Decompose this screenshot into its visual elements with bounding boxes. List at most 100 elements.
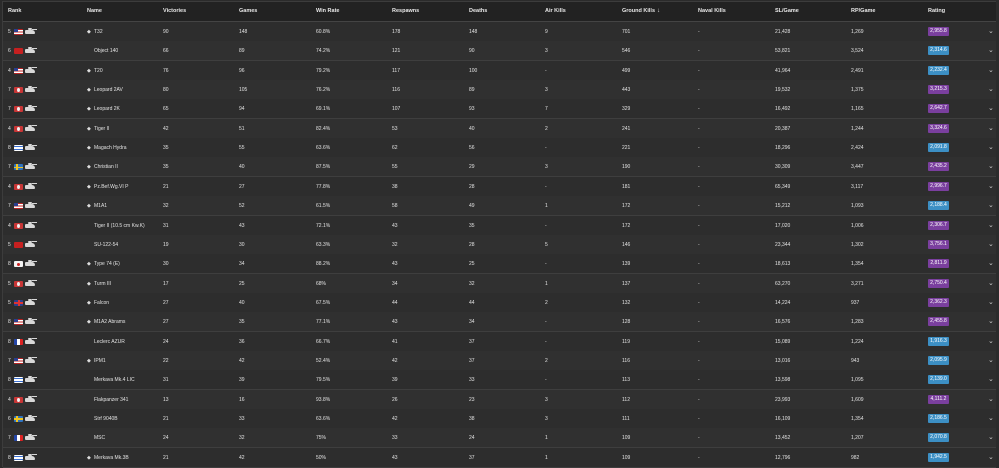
chevron-down-icon[interactable]: ⌄: [988, 240, 994, 248]
table-row[interactable]: 4 ◆ T20 76 96 79.2% 117 100 - 499 - 41,964 2,491 2,23…: [3, 60, 996, 81]
table-row[interactable]: 4 ◆ Pz.Bef.Wg.VI P 21 27 77.8% 38 28 - 181 - 65,349…: [3, 176, 996, 197]
table-row[interactable]: 8 Merkava Mk.4 LIC 31 39 79.5% 39 33 - 113 - 13,59…: [3, 370, 996, 391]
chevron-down-icon[interactable]: ⌄: [988, 453, 994, 461]
vehicle-name[interactable]: M1A2 Abrams: [94, 319, 125, 325]
vehicle-name[interactable]: Tiger II: [94, 126, 109, 132]
vehicle-name[interactable]: Leopard 2AV: [94, 87, 123, 93]
header-respawns[interactable]: Respawns: [392, 8, 419, 14]
victories-cell: 66: [163, 48, 169, 55]
vehicle-name[interactable]: Magach Hydra: [94, 145, 127, 151]
table-row[interactable]: 4 ◆ Tiger II 42 51 82.4% 53 40 2 241 - 20,387 1,244 3…: [3, 118, 996, 139]
chevron-down-icon[interactable]: ⌄: [988, 395, 994, 403]
chevron-down-icon[interactable]: ⌄: [988, 201, 994, 209]
table-row[interactable]: 7 ◆ IPM1 22 42 52.4% 42 37 2 116 - 13,016 943 2,095.9…: [3, 350, 996, 371]
vehicle-name[interactable]: Merkava Mk.4 LIC: [94, 377, 135, 383]
chevron-down-icon[interactable]: ⌄: [988, 414, 994, 422]
header-ground-kills[interactable]: Ground Kills ↓: [622, 8, 660, 14]
air-kills-cell: 2: [545, 299, 548, 306]
table-row[interactable]: 6 Strf 9040B 21 33 63.6% 42 38 3 111 - 16,109 1,354…: [3, 409, 996, 429]
header-rank[interactable]: Rank: [8, 8, 21, 14]
chevron-down-icon[interactable]: ⌄: [988, 317, 994, 325]
table-row[interactable]: 7 MSC 24 32 75% 33 24 1 109 - 13,452 1,207 2,070.8 ⌄: [3, 428, 996, 449]
header-air-kills[interactable]: Air Kills: [545, 8, 566, 14]
chevron-down-icon[interactable]: ⌄: [988, 66, 994, 74]
chevron-down-icon[interactable]: ⌄: [988, 104, 994, 112]
table-row[interactable]: 8 Leclerc AZUR 24 36 66.7% 41 37 - 119 - 15,089 1,2…: [3, 331, 996, 352]
chevron-down-icon[interactable]: ⌄: [988, 143, 994, 151]
ground-kills-cell: 701: [622, 29, 631, 35]
header-rp-game[interactable]: RP/Game: [851, 8, 875, 14]
vehicle-name[interactable]: M1A1: [94, 203, 107, 209]
ground-kills-cell: 111: [622, 416, 630, 422]
naval-kills-cell: -: [698, 280, 700, 287]
chevron-down-icon[interactable]: ⌄: [988, 356, 994, 364]
table-row[interactable]: 7 ◆ M1A1 32 52 61.5% 58 49 1 172 - 15,212 1,093 2,188…: [3, 196, 996, 217]
vehicle-name[interactable]: IPM1: [94, 358, 106, 364]
naval-kills-cell: -: [698, 164, 700, 171]
table-row[interactable]: 8 ◆ Magach Hydra 35 55 63.6% 62 56 - 221 - 18,296 2,…: [3, 138, 996, 159]
table-row[interactable]: 7 ◆ Leopard 2AV 80 105 76.2% 116 89 3 443 - 19,532 1…: [3, 80, 996, 101]
chevron-down-icon[interactable]: ⌄: [988, 279, 994, 287]
table-row[interactable]: 5 ◆ Falcon 27 40 67.5% 44 44 2 132 - 14,224 937 2,362…: [3, 292, 996, 313]
naval-kills-cell: -: [698, 338, 700, 345]
chevron-down-icon[interactable]: ⌄: [988, 337, 994, 345]
vehicle-name[interactable]: Strf 9040B: [94, 416, 118, 422]
header-sl-game[interactable]: SL/Game: [775, 8, 799, 14]
vehicle-name[interactable]: Flakpanzer 341: [94, 397, 128, 403]
header-win-rate[interactable]: Win Rate: [316, 8, 339, 14]
table-row[interactable]: 7 ◆ Christian II 35 40 87.5% 55 29 3 190 - 30,309 3,…: [3, 157, 996, 178]
chevron-down-icon[interactable]: ⌄: [988, 162, 994, 170]
table-row[interactable]: 8 ◆ Merkava Mk.3B 21 42 50% 43 37 1 109 - 12,796 982…: [3, 447, 996, 468]
chevron-down-icon[interactable]: ⌄: [988, 85, 994, 93]
chevron-down-icon[interactable]: ⌄: [988, 124, 994, 132]
table-row[interactable]: 8 ◆ Type 74 (E) 30 34 88.2% 43 25 - 139 - 18,613 1,3…: [3, 254, 996, 275]
chevron-down-icon[interactable]: ⌄: [988, 46, 994, 54]
vehicle-name[interactable]: Tiger II (10.5 cm Kw.K): [94, 223, 145, 229]
vehicle-name[interactable]: Leclerc AZUR: [94, 339, 125, 345]
rating-badge: 2,232.4: [928, 65, 949, 75]
header-deaths[interactable]: Deaths: [469, 8, 487, 14]
chevron-down-icon[interactable]: ⌄: [988, 182, 994, 190]
header-rating[interactable]: Rating: [928, 8, 945, 14]
table-row[interactable]: 4 Flakpanzer 341 13 16 93.8% 26 23 3 112 - 23,993 1…: [3, 389, 996, 410]
chevron-down-icon[interactable]: ⌄: [988, 298, 994, 306]
table-row[interactable]: 5 ◆ T32 90 148 60.8% 178 148 9 701 - 21,428 1,269 2,9…: [3, 22, 996, 42]
vehicle-name[interactable]: Type 74 (E): [94, 261, 120, 267]
vehicle-name[interactable]: Turm III: [94, 281, 111, 287]
vehicle-name[interactable]: T20: [94, 68, 103, 74]
tank-icon: [25, 124, 37, 131]
games-cell: 40: [239, 299, 245, 306]
vehicle-name[interactable]: Object 140: [94, 48, 118, 54]
vehicle-name[interactable]: MSC: [94, 435, 105, 441]
premium-marker-icon: ◆: [87, 299, 91, 306]
header-naval-kills[interactable]: Naval Kills: [698, 8, 726, 14]
vehicle-name[interactable]: Christian II: [94, 164, 118, 170]
chevron-down-icon[interactable]: ⌄: [988, 375, 994, 383]
header-games[interactable]: Games: [239, 8, 257, 14]
chevron-down-icon[interactable]: ⌄: [988, 433, 994, 441]
chevron-down-icon[interactable]: ⌄: [988, 27, 994, 35]
ground-kills-cell: 172: [622, 222, 631, 229]
header-victories[interactable]: Victories: [163, 8, 186, 14]
victories-cell: 65: [163, 106, 169, 113]
victories-cell: 30: [163, 261, 169, 268]
deaths-cell: 148: [469, 29, 478, 35]
table-row[interactable]: 4 Tiger II (10.5 cm Kw.K) 31 43 72.1% 43 35 - 17…: [3, 215, 996, 236]
header-name[interactable]: Name: [87, 8, 102, 14]
chevron-down-icon[interactable]: ⌄: [988, 221, 994, 229]
chevron-down-icon[interactable]: ⌄: [988, 259, 994, 267]
table-row[interactable]: 8 ◆ M1A2 Abrams 27 35 77.1% 43 34 - 128 - 16,576 1,2…: [3, 312, 996, 333]
vehicle-name[interactable]: Leopard 2K: [94, 106, 120, 112]
vehicle-name[interactable]: Falcon: [94, 300, 109, 306]
stats-table: Rank Name Victories Games Win Rate Respa…: [2, 1, 996, 468]
table-row[interactable]: 6 Object 140 66 89 74.2% 121 90 3 546 - 53,821 3,52…: [3, 41, 996, 62]
vehicle-name[interactable]: T32: [94, 29, 103, 35]
vehicle-name[interactable]: Merkava Mk.3B: [94, 455, 129, 461]
vehicle-name[interactable]: Pz.Bef.Wg.VI P: [94, 184, 128, 190]
table-row[interactable]: 5 ◆ Turm III 17 25 68% 34 32 1 137 - 63,270 3,271 2,7…: [3, 273, 996, 294]
vehicle-name[interactable]: SU-122-54: [94, 242, 118, 248]
table-row[interactable]: 5 SU-122-54 19 30 63.3% 32 28 5 146 - 23,344 1,302 3…: [3, 234, 996, 255]
win-rate-cell: 69.1%: [316, 106, 331, 113]
table-row[interactable]: 7 ◆ Leopard 2K 65 94 69.1% 107 93 7 329 - 16,492 1,1…: [3, 99, 996, 120]
respawns-cell: 38: [392, 183, 398, 190]
